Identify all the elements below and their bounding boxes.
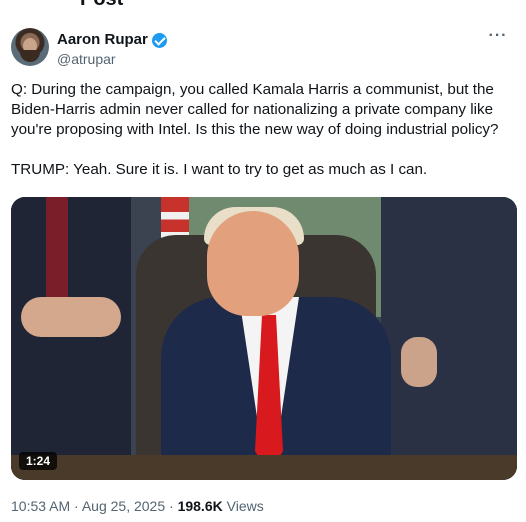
person-left-hands	[21, 297, 121, 337]
views-count: 198.6K	[177, 498, 223, 514]
person-right	[381, 197, 517, 480]
tweet-date[interactable]: Aug 25, 2025	[82, 498, 165, 514]
author-handle[interactable]: @atrupar	[57, 51, 116, 67]
avatar[interactable]	[11, 28, 49, 66]
tweet-text: Q: During the campaign, you called Kamal…	[11, 81, 499, 178]
more-options-icon[interactable]: ···	[488, 28, 508, 44]
tweet-meta: 10:53 AM · Aug 25, 2025 · 198.6K Views	[11, 497, 264, 515]
author-name-row[interactable]: Aaron Rupar	[57, 31, 167, 49]
meta-separator-2: ·	[165, 498, 178, 514]
page-title: Post	[80, 0, 123, 10]
video-duration-badge: 1:24	[19, 452, 58, 470]
person-right-hand	[401, 337, 437, 387]
person-left	[11, 197, 131, 480]
tweet-time[interactable]: 10:53 AM	[11, 498, 70, 514]
avatar-beard	[20, 50, 40, 62]
speaker-head	[207, 211, 299, 316]
meta-separator: ·	[70, 498, 82, 514]
author-name[interactable]: Aaron Rupar	[57, 31, 148, 49]
video-player[interactable]	[11, 197, 517, 480]
top-bar: Post	[0, 0, 526, 10]
views-label: Views	[222, 498, 264, 514]
desk	[11, 455, 517, 480]
verified-badge-icon	[151, 32, 167, 48]
